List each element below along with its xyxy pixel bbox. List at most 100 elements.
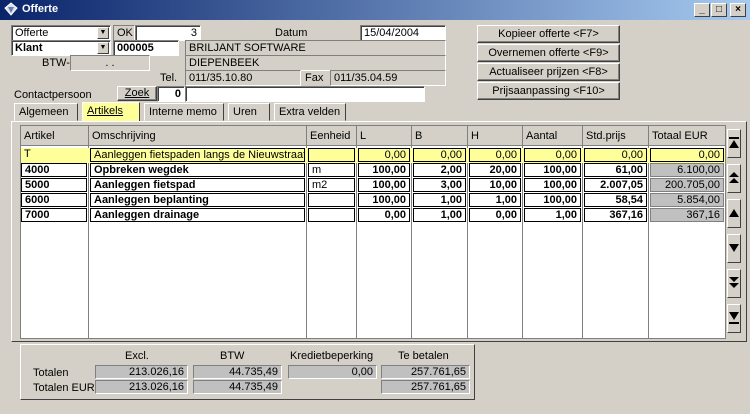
- window-title: Offerte: [22, 3, 59, 15]
- col-header-l[interactable]: L: [357, 126, 412, 146]
- cell-artikel[interactable]: 7000: [21, 208, 87, 222]
- cell-artikel[interactable]: 4000: [21, 163, 87, 177]
- tab-label: Uren: [233, 106, 257, 118]
- cell-eenheid[interactable]: m2: [308, 178, 355, 192]
- cell-artikel[interactable]: 6000: [21, 193, 87, 207]
- col-header-artikel[interactable]: Artikel: [21, 126, 89, 146]
- contact-number-field[interactable]: 0: [157, 86, 185, 102]
- close-icon[interactable]: ×: [730, 3, 746, 17]
- copy-offer-button[interactable]: Kopieer offerte <F7>: [477, 25, 620, 43]
- cell-omschrijving[interactable]: Aanleggen fietspaden langs de Nieuwstraa…: [90, 148, 305, 162]
- col-header-b[interactable]: B: [412, 126, 468, 146]
- cell-omschrijving[interactable]: Aanleggen drainage: [90, 208, 305, 222]
- cell-omschrijving[interactable]: Opbreken wegdek: [90, 163, 305, 177]
- cell-artikel[interactable]: 5000: [21, 178, 87, 192]
- totals-col-te-betalen: Te betalen: [398, 350, 449, 362]
- doc-number-field[interactable]: 3: [135, 25, 201, 41]
- contact-name-field[interactable]: [185, 86, 425, 102]
- cell-b[interactable]: 3,00: [413, 178, 466, 192]
- cell-l[interactable]: 0,00: [358, 208, 410, 222]
- doc-number-value: 3: [190, 27, 197, 39]
- col-header-aantal[interactable]: Aantal: [523, 126, 583, 146]
- cell-b[interactable]: 1,00: [413, 208, 466, 222]
- cell-aantal[interactable]: 100,00: [524, 178, 581, 192]
- cell-eenheid[interactable]: [308, 208, 355, 222]
- ok-label: OK: [117, 27, 133, 39]
- tab-uren[interactable]: Uren: [228, 103, 270, 121]
- cell-eenheid[interactable]: [308, 148, 355, 162]
- customer-type-value: Klant: [15, 42, 43, 54]
- tab-label: Algemeen: [19, 106, 69, 118]
- cell-h[interactable]: 20,00: [469, 163, 521, 177]
- cell-aantal[interactable]: 100,00: [524, 193, 581, 207]
- date-field[interactable]: 15/04/2004: [360, 25, 446, 41]
- table-row[interactable]: 5000 Aanleggen fietspad m2 100,00 3,00 1…: [21, 178, 725, 193]
- cell-artikel[interactable]: T: [21, 148, 87, 162]
- last-record-icon[interactable]: [727, 304, 741, 333]
- customer-type-select[interactable]: Klant ▼: [11, 40, 111, 56]
- first-record-icon[interactable]: [727, 129, 741, 158]
- scroll-up-icon[interactable]: [727, 199, 741, 228]
- maximize-icon[interactable]: □: [711, 3, 727, 17]
- cell-aantal[interactable]: 1,00: [524, 208, 581, 222]
- cell-l[interactable]: 100,00: [358, 163, 410, 177]
- tab-extra-velden[interactable]: Extra velden: [274, 103, 346, 121]
- customer-number-field[interactable]: 000005: [113, 40, 179, 56]
- contact-label: Contactpersoon: [14, 89, 92, 101]
- title-bar[interactable]: Offerte _ □ ×: [0, 0, 750, 20]
- cell-std-prijs[interactable]: 0,00: [584, 148, 647, 162]
- cell-std-prijs[interactable]: 58,54: [584, 193, 647, 207]
- scroll-down-icon[interactable]: [727, 234, 741, 263]
- cell-std-prijs[interactable]: 367,16: [584, 208, 647, 222]
- cell-h[interactable]: 1,00: [469, 193, 521, 207]
- col-header-eenheid[interactable]: Eenheid: [307, 126, 357, 146]
- cell-b[interactable]: 2,00: [413, 163, 466, 177]
- cell-eenheid[interactable]: [308, 193, 355, 207]
- update-prices-button[interactable]: Actualiseer prijzen <F8>: [477, 63, 620, 81]
- page-down-icon[interactable]: [727, 269, 741, 298]
- articles-table[interactable]: Artikel Omschrijving Eenheid L B H Aanta…: [20, 125, 726, 339]
- col-header-totaal-eur[interactable]: Totaal EUR: [649, 126, 725, 146]
- fax-value: 011/35.04.59: [334, 72, 398, 84]
- cell-omschrijving[interactable]: Aanleggen fietspad: [90, 178, 305, 192]
- cell-omschrijving[interactable]: Aanleggen beplanting: [90, 193, 305, 207]
- cell-l[interactable]: 100,00: [358, 193, 410, 207]
- table-row[interactable]: 4000 Opbreken wegdek m 100,00 2,00 20,00…: [21, 163, 725, 178]
- cell-h[interactable]: 0,00: [469, 148, 521, 162]
- col-header-std-prijs[interactable]: Std.prijs: [583, 126, 649, 146]
- zoek-button[interactable]: Zoek: [117, 86, 157, 101]
- cell-h[interactable]: 0,00: [469, 208, 521, 222]
- chevron-down-icon[interactable]: ▼: [97, 27, 109, 39]
- totals-col-btw: BTW: [220, 350, 245, 362]
- cell-b[interactable]: 1,00: [413, 193, 466, 207]
- page-up-icon[interactable]: [727, 164, 741, 193]
- cell-totaal-eur: 200.705,00: [650, 178, 724, 192]
- table-row[interactable]: 7000 Aanleggen drainage 0,00 1,00 0,00 1…: [21, 208, 725, 223]
- tab-algemeen[interactable]: Algemeen: [14, 103, 78, 121]
- cell-l[interactable]: 0,00: [358, 148, 410, 162]
- cell-eenheid[interactable]: m: [308, 163, 355, 177]
- date-value: 15/04/2004: [364, 27, 420, 39]
- cell-h[interactable]: 10,00: [469, 178, 521, 192]
- customer-city-field: DIEPENBEEK: [185, 55, 446, 71]
- col-header-h[interactable]: H: [468, 126, 523, 146]
- cell-std-prijs[interactable]: 61,00: [584, 163, 647, 177]
- total-eur-excl: 213.026,16: [95, 380, 188, 394]
- cell-b[interactable]: 0,00: [413, 148, 466, 162]
- take-over-offer-button[interactable]: Overnemen offerte <F9>: [477, 44, 620, 62]
- cell-std-prijs[interactable]: 2.007,05: [584, 178, 647, 192]
- col-header-omschrijving[interactable]: Omschrijving: [89, 126, 307, 146]
- table-row[interactable]: T Aanleggen fietspaden langs de Nieuwstr…: [21, 148, 725, 163]
- cell-aantal[interactable]: 0,00: [524, 148, 581, 162]
- table-row[interactable]: 6000 Aanleggen beplanting 100,00 1,00 1,…: [21, 193, 725, 208]
- doc-type-select[interactable]: Offerte ▼: [11, 25, 111, 41]
- tab-interne-memo[interactable]: Interne memo: [144, 103, 224, 121]
- fax-label: Fax: [305, 72, 324, 84]
- tab-label: Artikels: [87, 105, 124, 117]
- chevron-down-icon[interactable]: ▼: [97, 42, 109, 54]
- cell-aantal[interactable]: 100,00: [524, 163, 581, 177]
- tab-artikels[interactable]: Artikels: [82, 102, 140, 122]
- cell-l[interactable]: 100,00: [358, 178, 410, 192]
- minimize-icon[interactable]: _: [694, 3, 710, 17]
- adjust-prices-button[interactable]: Prijsaanpassing <F10>: [477, 82, 620, 100]
